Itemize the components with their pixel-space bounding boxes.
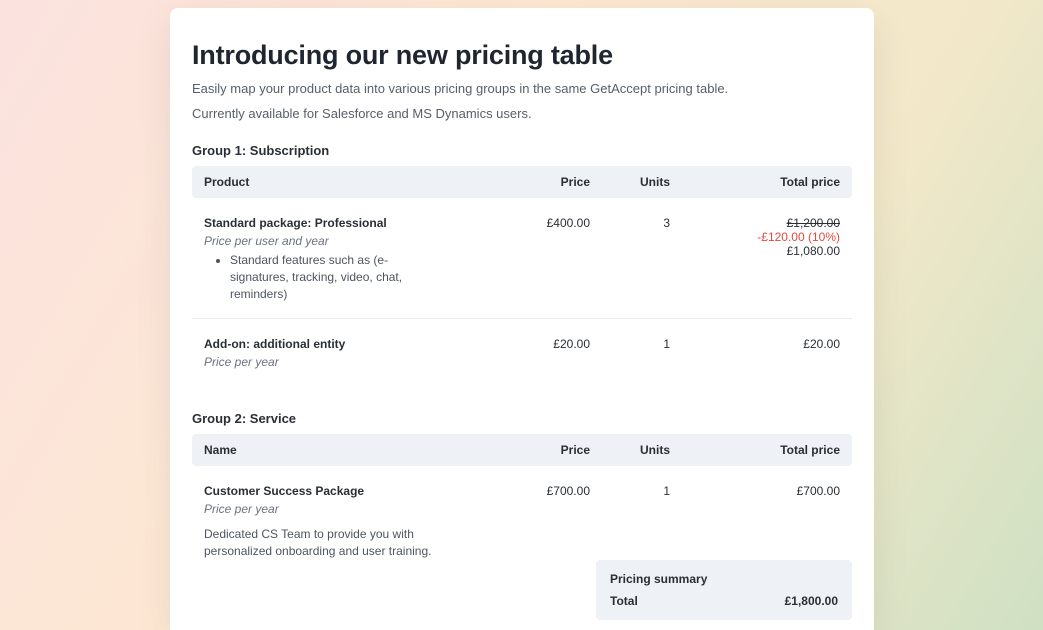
table-row: Add-on: additional entity Price per year… (192, 319, 852, 389)
group-1-header-row: Product Price Units Total price (192, 166, 852, 198)
price-discount: -£120.00 (10%) (670, 230, 840, 244)
product-unit: Price per user and year (204, 234, 500, 248)
pricing-summary: Pricing summary Total £1,800.00 (596, 560, 852, 620)
price-final: £700.00 (670, 484, 840, 498)
col-price: Price (510, 175, 590, 189)
summary-total-label: Total (610, 594, 638, 608)
product-name: Customer Success Package (204, 484, 500, 498)
group-1-label: Group 1: Subscription (192, 143, 852, 158)
product-name: Add-on: additional entity (204, 337, 500, 351)
product-unit: Price per year (204, 355, 500, 369)
summary-header: Pricing summary (610, 572, 838, 586)
summary-total-value: £1,800.00 (785, 594, 838, 608)
group-2-label: Group 2: Service (192, 411, 852, 426)
product-price: £400.00 (510, 216, 590, 302)
product-units: 1 (590, 484, 670, 560)
product-price: £700.00 (510, 484, 590, 560)
col-product: Product (204, 175, 510, 189)
col-units: Units (590, 443, 670, 457)
group-2-header-row: Name Price Units Total price (192, 434, 852, 466)
pricing-card: Introducing our new pricing table Easily… (170, 8, 874, 630)
price-original: £1,200.00 (670, 216, 840, 230)
product-feature-list: Standard features such as (e-signatures,… (204, 252, 424, 302)
table-row: Standard package: Professional Price per… (192, 198, 852, 319)
price-final: £1,080.00 (670, 244, 840, 258)
product-feature: Standard features such as (e-signatures,… (230, 252, 424, 302)
col-units: Units (590, 175, 670, 189)
product-units: 1 (590, 337, 670, 373)
price-final: £20.00 (670, 337, 840, 351)
page-title: Introducing our new pricing table (192, 40, 852, 71)
product-description: Dedicated CS Team to provide you with pe… (204, 526, 444, 560)
product-units: 3 (590, 216, 670, 302)
product-price: £20.00 (510, 337, 590, 373)
col-total: Total price (670, 443, 840, 457)
product-unit: Price per year (204, 502, 500, 516)
page-subtitle-2: Currently available for Salesforce and M… (192, 106, 852, 121)
page-subtitle-1: Easily map your product data into variou… (192, 81, 852, 96)
col-name: Name (204, 443, 510, 457)
col-price: Price (510, 443, 590, 457)
col-total: Total price (670, 175, 840, 189)
product-name: Standard package: Professional (204, 216, 500, 230)
